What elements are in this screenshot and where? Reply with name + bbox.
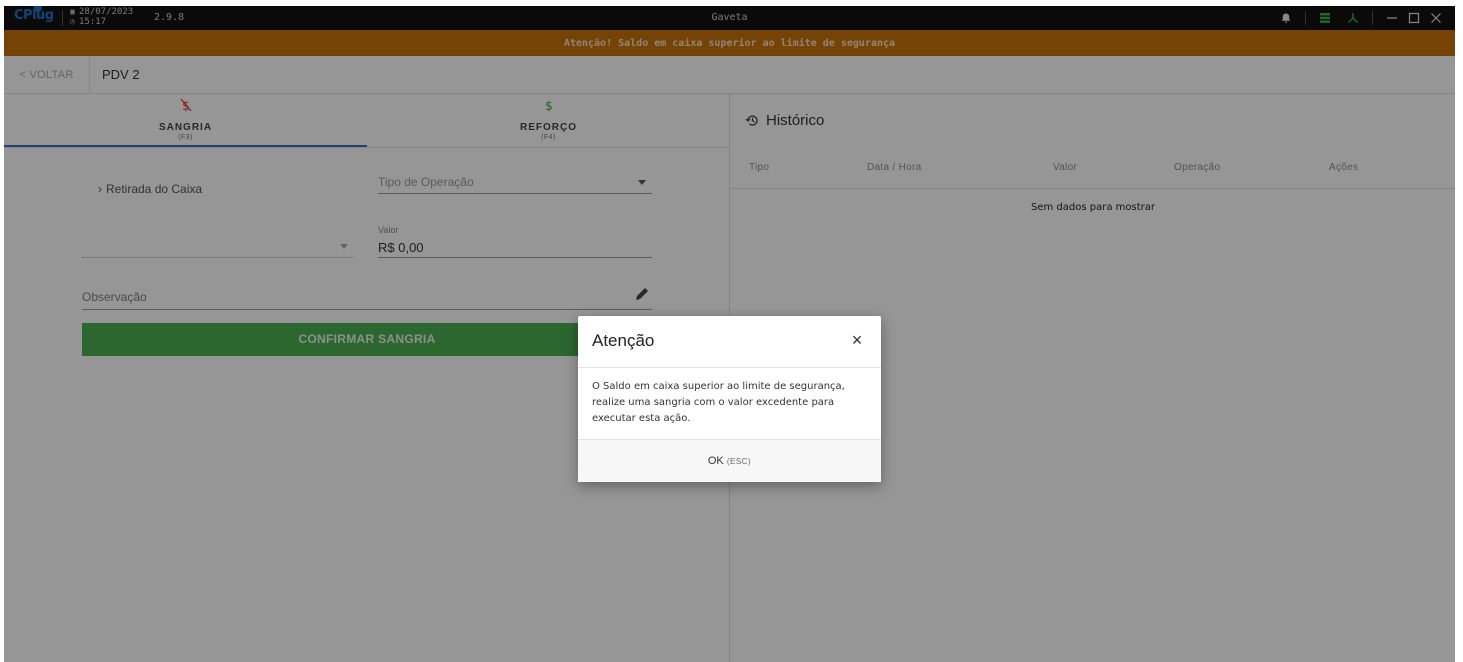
attention-dialog: Atenção × O Saldo em caixa superior ao l… — [578, 316, 881, 482]
ok-shortcut: (ESC) — [726, 457, 752, 466]
close-icon[interactable]: × — [847, 330, 867, 350]
ok-label: OK — [707, 455, 724, 467]
ok-button[interactable]: OK (ESC) — [578, 440, 881, 482]
app-window: CPlug ▣28/07/2023 ◷15:17 2.9.8 Gaveta — [4, 6, 1455, 662]
dialog-message: O Saldo em caixa superior ao limite de s… — [592, 381, 845, 424]
dialog-divider — [578, 367, 881, 368]
dialog-title: Atenção — [592, 331, 655, 350]
